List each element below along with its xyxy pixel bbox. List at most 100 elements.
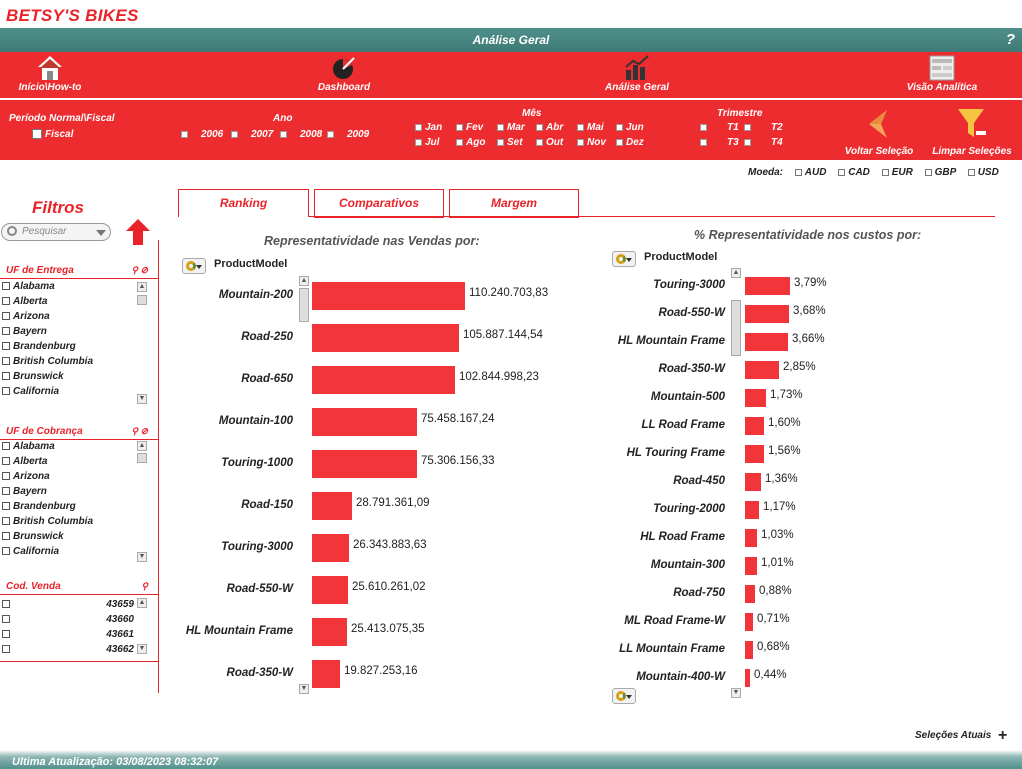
list-item[interactable]: Brandenburg bbox=[2, 501, 76, 516]
bar[interactable] bbox=[745, 613, 753, 631]
ano-option-2006[interactable]: 2006 bbox=[181, 129, 223, 140]
selecoes-atuais-label[interactable]: Seleções Atuais bbox=[915, 730, 991, 741]
mes-option-jun[interactable]: Jun bbox=[616, 122, 644, 133]
list-item[interactable]: California bbox=[2, 546, 59, 561]
tab-comparativos[interactable]: Comparativos bbox=[314, 189, 444, 218]
list-item[interactable]: Bayern bbox=[2, 326, 47, 341]
expand-plus-icon[interactable]: + bbox=[998, 727, 1007, 745]
list-item[interactable]: Brunswick bbox=[2, 531, 64, 546]
search-input[interactable]: Pesquisar bbox=[1, 223, 111, 241]
bar[interactable] bbox=[745, 501, 759, 519]
mes-option-set[interactable]: Set bbox=[497, 137, 523, 148]
mes-option-mai[interactable]: Mai bbox=[577, 122, 604, 133]
bar[interactable] bbox=[312, 366, 455, 394]
bar[interactable] bbox=[745, 333, 788, 351]
list-item[interactable]: British Columbia bbox=[2, 356, 93, 371]
bar[interactable] bbox=[745, 305, 789, 323]
list-item[interactable]: 43659 bbox=[2, 599, 134, 614]
bar[interactable] bbox=[745, 473, 761, 491]
list-item[interactable]: California bbox=[2, 386, 59, 401]
list-item[interactable]: British Columbia bbox=[2, 516, 93, 531]
scroll-up-button[interactable]: ▲ bbox=[137, 441, 147, 451]
chart-scroll-thumb[interactable] bbox=[299, 288, 309, 322]
mes-option-ago[interactable]: Ago bbox=[456, 137, 485, 148]
nav-visao-button[interactable]: Visão Analítica bbox=[896, 52, 988, 98]
moeda-option-usd[interactable]: USD bbox=[967, 167, 999, 178]
tab-margem[interactable]: Margem bbox=[449, 189, 579, 218]
nav-analise-button[interactable]: Análise Geral bbox=[592, 52, 682, 98]
tab-ranking[interactable]: Ranking bbox=[178, 189, 309, 217]
cycle-dimension-button[interactable] bbox=[612, 688, 636, 704]
chart-scroll-up[interactable]: ▲ bbox=[299, 276, 309, 286]
mes-option-dez[interactable]: Dez bbox=[616, 137, 644, 148]
bar[interactable] bbox=[312, 408, 417, 436]
scroll-up-button[interactable]: ▲ bbox=[137, 598, 147, 608]
bar[interactable] bbox=[312, 660, 340, 688]
list-item[interactable]: Brandenburg bbox=[2, 341, 76, 356]
arrow-up-icon[interactable] bbox=[125, 218, 151, 246]
list-item[interactable]: Alabama bbox=[2, 281, 55, 296]
scroll-down-button[interactable]: ▼ bbox=[137, 644, 147, 654]
list-item[interactable]: Alberta bbox=[2, 456, 47, 471]
fiscal-checkbox[interactable]: Fiscal bbox=[32, 129, 73, 140]
list-item[interactable]: Alabama bbox=[2, 441, 55, 456]
bar[interactable] bbox=[745, 389, 766, 407]
mes-option-jul[interactable]: Jul bbox=[415, 137, 439, 148]
nav-inicio-button[interactable]: Início\How-to bbox=[10, 52, 90, 98]
bar[interactable] bbox=[745, 529, 757, 547]
limpar-selecoes-button[interactable]: Limpar Seleções bbox=[930, 104, 1014, 158]
bar[interactable] bbox=[312, 618, 347, 646]
list-item[interactable]: 43662 bbox=[2, 644, 134, 659]
trimestre-option-t2[interactable]: T2 bbox=[744, 122, 783, 133]
trimestre-option-t4[interactable]: T4 bbox=[744, 137, 783, 148]
bar[interactable] bbox=[745, 445, 764, 463]
chart-scroll-up[interactable]: ▲ bbox=[731, 268, 741, 278]
ano-option-2009[interactable]: 2009 bbox=[327, 129, 369, 140]
search-clear-icons[interactable]: ⚲ ⊘ bbox=[131, 265, 148, 276]
ano-option-2008[interactable]: 2008 bbox=[280, 129, 322, 140]
bar[interactable] bbox=[745, 585, 755, 603]
cycle-dimension-button[interactable] bbox=[182, 258, 206, 274]
scroll-down-button[interactable]: ▼ bbox=[137, 552, 147, 562]
list-item[interactable]: Bayern bbox=[2, 486, 47, 501]
voltar-selecao-button[interactable]: Voltar Seleção bbox=[843, 104, 915, 158]
bar[interactable] bbox=[745, 669, 750, 687]
ano-option-2007[interactable]: 2007 bbox=[231, 129, 273, 140]
moeda-option-cad[interactable]: CAD bbox=[838, 167, 870, 178]
bar[interactable] bbox=[312, 282, 465, 310]
bar[interactable] bbox=[312, 492, 352, 520]
cycle-dimension-button[interactable] bbox=[612, 251, 636, 267]
chart-scroll-down[interactable]: ▼ bbox=[731, 688, 741, 698]
bar[interactable] bbox=[312, 576, 348, 604]
bar[interactable] bbox=[745, 277, 790, 295]
bar[interactable] bbox=[745, 557, 757, 575]
search-clear-icons[interactable]: ⚲ ⊘ bbox=[131, 426, 148, 437]
help-button[interactable]: ? bbox=[1006, 31, 1015, 48]
chart-scroll-thumb[interactable] bbox=[731, 300, 741, 356]
bar[interactable] bbox=[312, 450, 417, 478]
trimestre-option-t1[interactable]: T1 bbox=[700, 122, 739, 133]
scroll-down-button[interactable]: ▼ bbox=[137, 394, 147, 404]
bar[interactable] bbox=[312, 324, 459, 352]
bar[interactable] bbox=[312, 534, 349, 562]
moeda-option-eur[interactable]: EUR bbox=[881, 167, 913, 178]
list-item[interactable]: 43661 bbox=[2, 629, 134, 644]
chart-scroll-down[interactable]: ▼ bbox=[299, 684, 309, 694]
moeda-option-aud[interactable]: AUD bbox=[794, 167, 826, 178]
nav-dashboard-button[interactable]: Dashboard bbox=[304, 52, 384, 98]
list-item[interactable]: 43660 bbox=[2, 614, 134, 629]
bar[interactable] bbox=[745, 641, 753, 659]
mes-option-abr[interactable]: Abr bbox=[536, 122, 563, 133]
mes-option-mar[interactable]: Mar bbox=[497, 122, 525, 133]
list-item[interactable]: Alberta bbox=[2, 296, 47, 311]
bar[interactable] bbox=[745, 361, 779, 379]
mes-option-fev[interactable]: Fev bbox=[456, 122, 483, 133]
list-item[interactable]: Arizona bbox=[2, 311, 50, 326]
chevron-down-icon[interactable] bbox=[96, 230, 106, 236]
mes-option-out[interactable]: Out bbox=[536, 137, 563, 148]
bar[interactable] bbox=[745, 417, 764, 435]
mes-option-jan[interactable]: Jan bbox=[415, 122, 442, 133]
list-item[interactable]: Brunswick bbox=[2, 371, 64, 386]
moeda-option-gbp[interactable]: GBP bbox=[924, 167, 956, 178]
trimestre-option-t3[interactable]: T3 bbox=[700, 137, 739, 148]
